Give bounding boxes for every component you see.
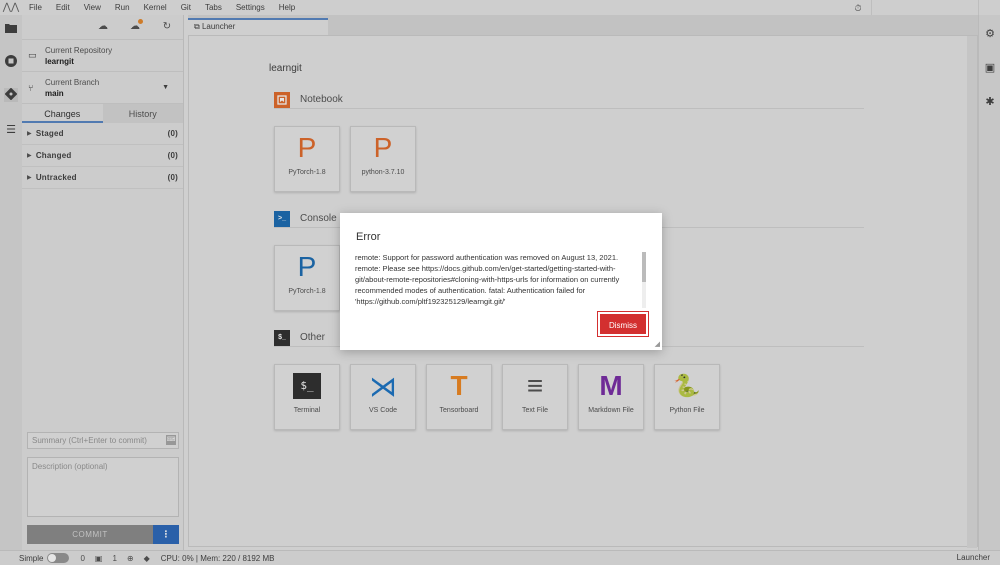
dialog-title: Error — [356, 231, 381, 243]
resize-grip-icon[interactable]: ◢ — [655, 340, 660, 348]
dialog-scroll-thumb[interactable] — [642, 252, 646, 282]
dialog-scrollbar[interactable] — [642, 252, 646, 308]
dialog-message: remote: Support for password authenticat… — [355, 253, 620, 306]
dismiss-button[interactable]: Dismiss — [597, 311, 649, 337]
